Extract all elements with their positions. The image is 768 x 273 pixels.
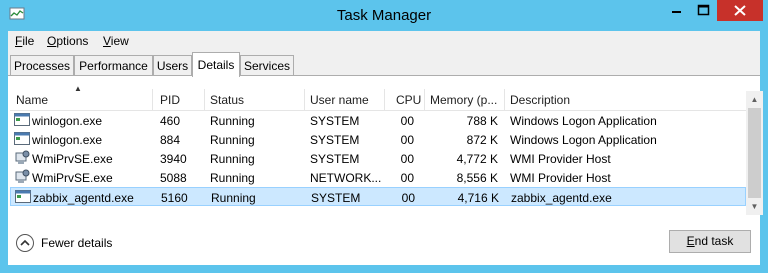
tab-processes[interactable]: Processes (10, 55, 74, 76)
process-memory: 4,772 K (456, 152, 498, 166)
wmi-provider-icon (15, 150, 30, 164)
scroll-down-icon[interactable]: ▼ (746, 198, 763, 215)
process-user: NETWORK... (310, 171, 382, 185)
end-task-button[interactable]: End task (669, 230, 751, 253)
process-status: Running (211, 191, 256, 205)
process-cpu: 00 (400, 133, 414, 147)
close-icon (734, 5, 746, 16)
menu-options-accel: O (47, 34, 57, 48)
process-user: SYSTEM (310, 114, 360, 128)
process-pid: 5160 (161, 191, 188, 205)
process-cpu: 00 (400, 152, 414, 166)
process-memory: 4,716 K (457, 191, 499, 205)
process-user: SYSTEM (310, 152, 360, 166)
scroll-up-icon[interactable]: ▲ (746, 91, 763, 108)
menu-file[interactable]: File (15, 34, 34, 48)
maximize-icon (697, 4, 710, 16)
table-row[interactable]: winlogon.exe 460 Running SYSTEM 00 788 K… (10, 111, 746, 130)
maximize-button[interactable] (690, 0, 717, 21)
menu-view-accel: V (103, 34, 111, 48)
process-description: zabbix_agentd.exe (511, 191, 612, 205)
column-header-name[interactable]: Name (10, 93, 152, 111)
scroll-thumb[interactable] (748, 108, 761, 198)
menu-options-label: ptions (56, 34, 89, 48)
window-title: Task Manager (336, 7, 432, 24)
process-cpu: 00 (400, 171, 414, 185)
column-header-cpu[interactable]: CPU (390, 93, 428, 111)
window-client: File Options View Processes Performance … (8, 31, 763, 265)
process-pid: 460 (160, 114, 181, 128)
end-task-accel: E (686, 234, 695, 248)
minimize-icon (672, 11, 681, 13)
process-memory: 8,556 K (456, 171, 498, 185)
process-description: Windows Logon Application (510, 133, 657, 147)
tab-users[interactable]: Users (153, 55, 192, 76)
sort-ascending-icon: ▲ (74, 84, 82, 93)
tab-performance[interactable]: Performance (74, 55, 153, 76)
process-name: winlogon.exe (32, 114, 103, 128)
process-user: SYSTEM (310, 133, 360, 147)
tab-strip: Processes Performance Users Details Serv… (8, 52, 760, 77)
process-description: WMI Provider Host (510, 171, 611, 185)
process-memory: 788 K (466, 114, 498, 128)
process-user: SYSTEM (311, 191, 361, 205)
process-name: WmiPrvSE.exe (32, 152, 113, 166)
end-task-label: nd task (694, 234, 734, 248)
process-pid: 5088 (160, 171, 187, 185)
menu-view-label: iew (110, 34, 129, 48)
wmi-provider-icon (15, 169, 30, 183)
column-header-status[interactable]: Status (204, 93, 304, 111)
menu-options[interactable]: Options (47, 34, 88, 48)
details-panel: Name ▲ PID Status User name CPU Memory (… (8, 75, 763, 265)
close-button[interactable] (717, 0, 763, 21)
minimize-button[interactable] (663, 0, 690, 21)
process-description: WMI Provider Host (510, 152, 611, 166)
process-table: Name ▲ PID Status User name CPU Memory (… (10, 84, 746, 213)
vertical-scrollbar[interactable]: ▲ ▼ (746, 91, 763, 215)
process-memory: 872 K (466, 133, 498, 147)
table-header: Name ▲ PID Status User name CPU Memory (… (10, 84, 746, 111)
column-divider[interactable] (384, 89, 385, 111)
column-header-pid[interactable]: PID (154, 93, 204, 111)
process-status: Running (210, 133, 255, 147)
column-header-name-label: Name (16, 93, 49, 107)
process-name: winlogon.exe (32, 133, 103, 147)
process-cpu: 00 (401, 191, 415, 205)
process-name: WmiPrvSE.exe (32, 171, 113, 185)
process-status: Running (210, 114, 255, 128)
title-bar[interactable]: Task Manager (0, 0, 768, 31)
process-cpu: 00 (400, 114, 414, 128)
window-app-icon (14, 132, 30, 145)
menu-file-label: ile (22, 34, 35, 48)
chevron-up-icon (16, 234, 34, 252)
table-row[interactable]: WmiPrvSE.exe 3940 Running SYSTEM 00 4,77… (10, 149, 746, 168)
window-app-icon (15, 190, 31, 203)
column-header-description[interactable]: Description (504, 93, 744, 111)
column-divider[interactable] (152, 89, 153, 111)
menu-bar: File Options View (8, 31, 760, 51)
fewer-details-label: Fewer details (41, 236, 113, 250)
table-row[interactable]: winlogon.exe 884 Running SYSTEM 00 872 K… (10, 130, 746, 149)
tab-details[interactable]: Details (192, 52, 240, 77)
table-row[interactable]: WmiPrvSE.exe 5088 Running NETWORK... 00 … (10, 168, 746, 187)
column-header-memory[interactable]: Memory (p... (424, 93, 506, 111)
table-row-selected[interactable]: zabbix_agentd.exe 5160 Running SYSTEM 00… (10, 187, 746, 206)
process-pid: 884 (160, 133, 181, 147)
process-pid: 3940 (160, 152, 187, 166)
column-header-user-name[interactable]: User name (304, 93, 384, 111)
process-status: Running (210, 171, 255, 185)
window-app-icon (14, 113, 30, 126)
process-description: Windows Logon Application (510, 114, 657, 128)
tab-services[interactable]: Services (240, 55, 294, 76)
menu-view[interactable]: View (103, 34, 129, 48)
process-status: Running (210, 152, 255, 166)
process-name: zabbix_agentd.exe (33, 191, 134, 205)
